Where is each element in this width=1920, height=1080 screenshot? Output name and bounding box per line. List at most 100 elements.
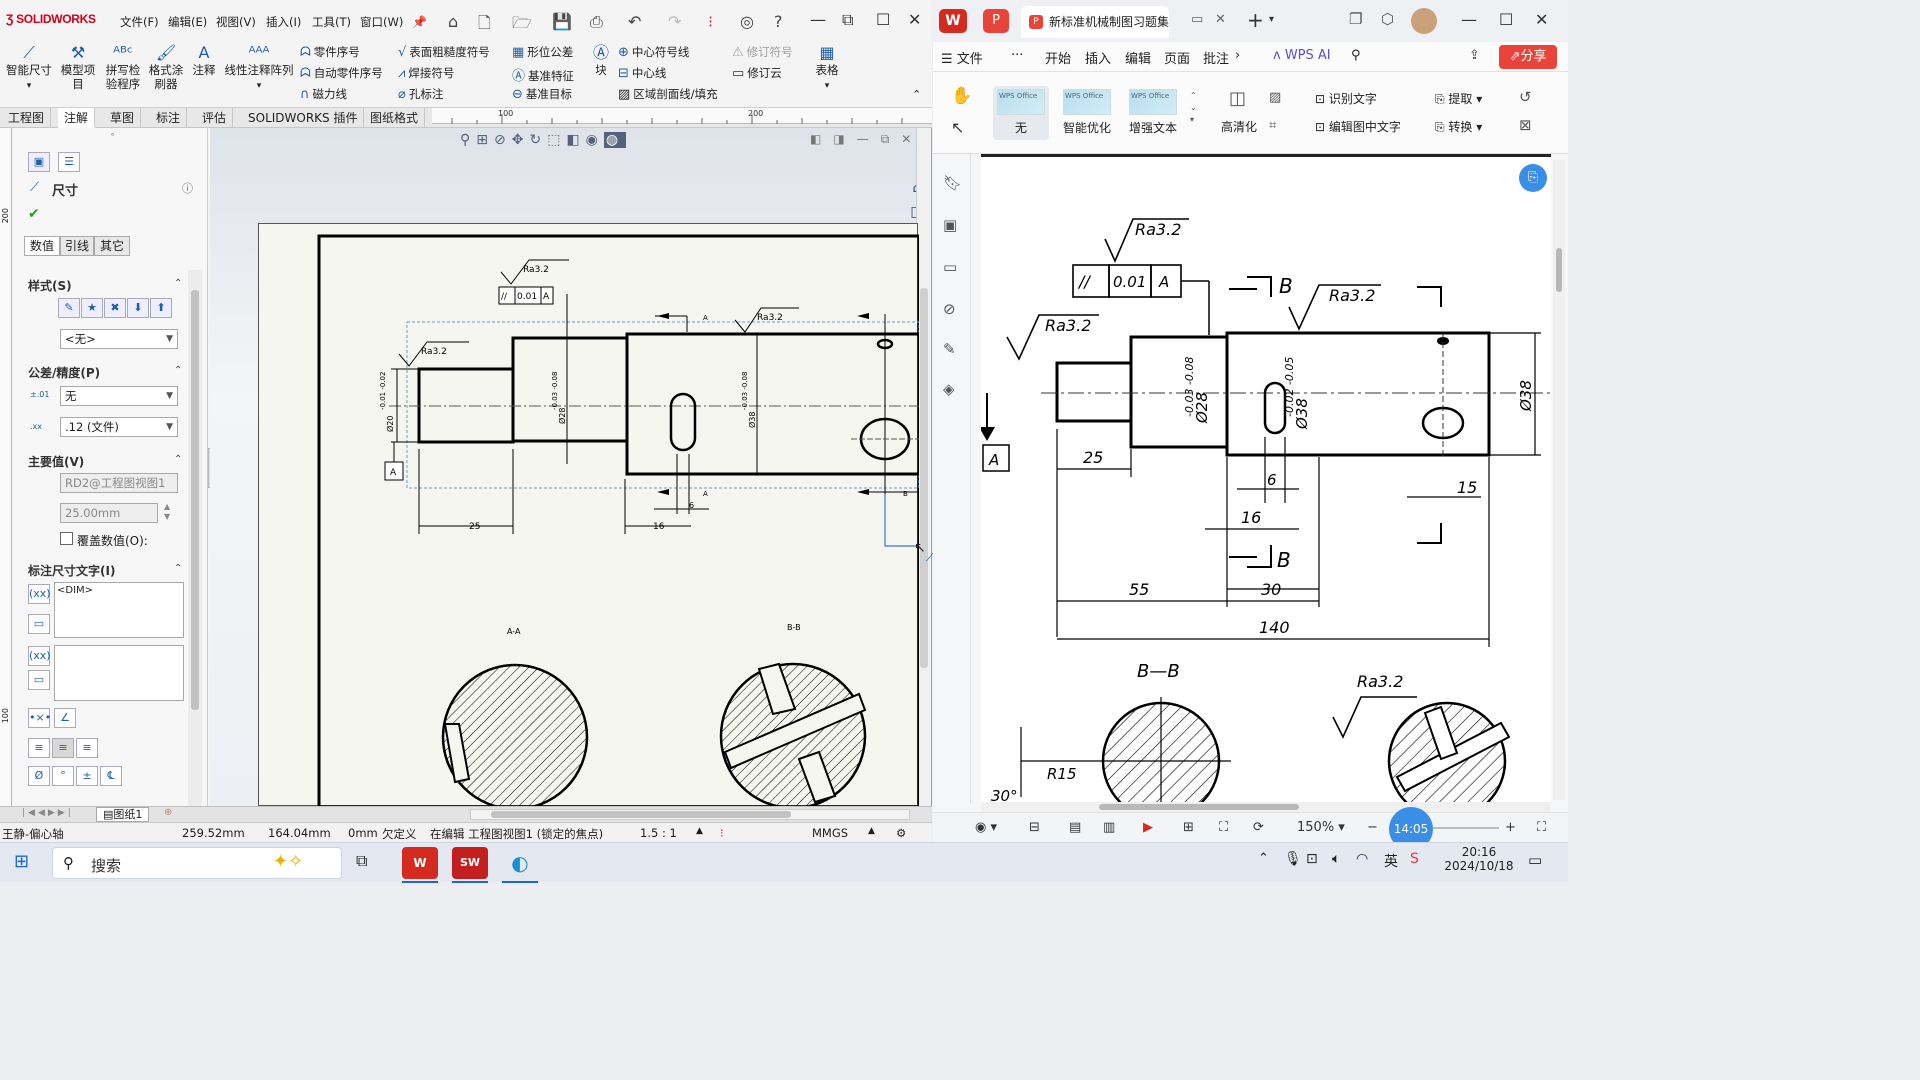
user-icon[interactable]: ◎ [740, 12, 754, 31]
tab-sketch[interactable]: 草图 [104, 108, 142, 128]
primary-value-header[interactable]: 主要值(V) [28, 453, 84, 470]
view-next-icon[interactable]: ◨ [833, 132, 856, 146]
redo-icon[interactable]: ↷ [668, 12, 681, 31]
h-scroll-thumb[interactable] [491, 811, 791, 818]
document-tab[interactable]: P 新标准机械制图习题集（ [1021, 6, 1169, 38]
status-settings-icon[interactable]: ⚙ [896, 826, 906, 840]
hd-icon[interactable]: ◫ [1229, 88, 1246, 109]
block-button[interactable]: Ⓐ 块 [590, 45, 612, 78]
inspection-icon[interactable]: ▭ [28, 614, 50, 634]
wps-minimize-icon[interactable]: — [1461, 10, 1477, 29]
add-sheet-icon[interactable]: ⊕ [164, 807, 172, 818]
thumbnail-icon[interactable]: ▣ [943, 216, 957, 234]
view-restore-icon[interactable]: ⧉ [881, 132, 902, 146]
subtab-other[interactable]: 其它 [94, 236, 130, 256]
tray-app-icon[interactable]: ⊡ [1306, 851, 1318, 867]
tab-drawing[interactable]: 工程图 [2, 108, 52, 128]
center-mark-button[interactable]: ⊕ 中心符号线 [618, 44, 689, 60]
hide-show-icon[interactable]: ◉ [586, 132, 604, 148]
wifi-icon[interactable]: ◠ [1356, 851, 1368, 867]
note-button[interactable]: A 注释 [190, 45, 218, 78]
datum-target-button[interactable]: ⊖ 基准目标 [512, 86, 572, 102]
new-file-icon[interactable]: 🗋 [478, 12, 491, 39]
wps-menu-insert[interactable]: 插入 [1085, 48, 1111, 67]
style-collapse-icon[interactable]: ⌃ [174, 278, 182, 289]
rotate-page-icon[interactable]: ⟳ [1253, 820, 1264, 835]
zoom-out-icon[interactable]: − [1367, 820, 1378, 835]
help-icon[interactable]: ? [774, 12, 783, 31]
h-scrollbar[interactable] [470, 809, 910, 820]
hd-button[interactable]: 高清化 [1221, 118, 1257, 135]
spinner-icon[interactable]: ▲ ▼ [164, 502, 170, 522]
dim-text-field-top[interactable]: <DIM> [54, 582, 184, 638]
auto-balloon-button[interactable]: ᗣ 自动零件序号 [300, 65, 383, 81]
rotate-image-icon[interactable]: ↺ [1519, 88, 1532, 106]
status-units[interactable]: MMGS [812, 826, 848, 840]
tab-markup[interactable]: 标注 [150, 108, 188, 128]
clock[interactable]: 20:16 2024/10/18 [1444, 845, 1514, 873]
print-icon[interactable]: ⎙ [590, 12, 603, 32]
tray-chevron-icon[interactable]: ⌃ [1258, 851, 1269, 866]
scene-icon[interactable]: ◍ [603, 132, 627, 148]
ocr-button[interactable]: ⊡ 识别文字 [1315, 90, 1377, 107]
play-icon[interactable]: ▶ [1143, 820, 1153, 835]
edit-image-text-button[interactable]: ⊡ 编辑图中文字 [1315, 118, 1401, 135]
inspection-bottom-icon[interactable]: ▭ [28, 670, 50, 690]
pm-grip-icon[interactable]: ∘ [110, 130, 115, 139]
fit-page-icon[interactable]: ⛶ [1219, 820, 1228, 835]
zoom-fit-icon[interactable]: ⚲ [460, 132, 476, 148]
text-direction-icon[interactable]: •×• [28, 708, 51, 728]
wps-menu-file[interactable]: ☰ 文件 [941, 48, 983, 67]
single-page-icon[interactable]: ▤ [1069, 820, 1081, 835]
align-right-icon[interactable]: ≡ [76, 738, 98, 758]
wps-menu-edit[interactable]: 编辑 [1125, 48, 1151, 67]
floating-tool-icon[interactable]: ⎘ [1519, 164, 1547, 192]
home-icon[interactable]: ⌂ [448, 12, 458, 31]
tolerance-collapse-icon[interactable]: ⌃ [174, 365, 182, 376]
wps-search-icon[interactable]: ⚲ [1351, 48, 1361, 63]
pm-scroll-thumb[interactable] [191, 290, 199, 710]
tab-sheet-format[interactable]: 图纸格式 [364, 108, 426, 128]
attachment-icon[interactable]: ⊘ [943, 300, 956, 318]
tolerance-header[interactable]: 公差/精度(P) [28, 364, 100, 381]
view-min-icon[interactable]: — [857, 132, 881, 146]
menu-window[interactable]: 窗口(W) [360, 14, 403, 30]
ime-indicator[interactable]: 英 [1384, 851, 1398, 871]
open-folder-icon[interactable]: 🗁 [512, 12, 532, 39]
image-icon[interactable]: ▨ [1269, 90, 1281, 105]
mic-icon[interactable]: 🎙︎ [1284, 851, 1302, 867]
model-items-button[interactable]: ⚒ 模型项目 [58, 45, 98, 92]
fit-width-icon[interactable]: ⊟ [1029, 820, 1040, 835]
solidworks-taskbar-icon[interactable]: SW [452, 847, 488, 879]
search-box[interactable]: ⚲ 搜索 ✦✧ [52, 847, 342, 879]
display-style-icon[interactable]: ⬚ [547, 132, 566, 148]
geometric-tolerance-button[interactable]: ▦ 形位公差 [512, 44, 573, 60]
precision-select[interactable]: .12 (文件) ▼ [60, 417, 178, 437]
user-avatar[interactable] [1411, 8, 1437, 34]
save-icon[interactable]: 💾 [552, 12, 572, 31]
tab-annotation[interactable]: 注解 [58, 108, 96, 128]
wps-ai-button[interactable]: ᴧ WPS AI [1273, 48, 1331, 63]
add-parentheses-icon[interactable]: (xx) [28, 584, 51, 604]
wps-logo-icon[interactable]: W [939, 9, 967, 33]
layers-icon[interactable]: ◈ [943, 380, 955, 398]
rebuild-icon[interactable]: ⁝ [720, 826, 724, 840]
enhance-text[interactable]: WPS Office 增强文本 [1125, 86, 1181, 136]
align-left-icon[interactable]: ≡ [28, 738, 50, 758]
load-style-icon[interactable]: ⬆ [150, 298, 172, 318]
zoom-level[interactable]: 150% ▾ [1297, 820, 1345, 835]
pin-icon[interactable]: 📌 [412, 15, 427, 29]
zoom-in-out-icon[interactable]: ⊘ [494, 132, 512, 148]
zoom-in-icon[interactable]: + [1505, 820, 1516, 835]
wps-maximize-icon[interactable]: ☐ [1499, 10, 1513, 29]
wps-menu-page[interactable]: 页面 [1164, 48, 1190, 67]
windows-start-icon[interactable]: ⊞ [14, 851, 29, 872]
style-header[interactable]: 样式(S) [28, 277, 72, 294]
override-checkbox[interactable] [60, 532, 73, 545]
spell-check-button[interactable]: ᴬᴮᶜ 拼写检验程序 [104, 45, 142, 92]
format-painter-button[interactable]: 🖌 格式涂刷器 [146, 45, 186, 92]
menu-tools[interactable]: 工具(T) [312, 14, 351, 30]
pm-help-icon[interactable]: ⓘ [182, 180, 193, 196]
tab-window-icon[interactable]: ▭ [1191, 12, 1203, 27]
menu-insert[interactable]: 插入(I) [266, 14, 301, 30]
